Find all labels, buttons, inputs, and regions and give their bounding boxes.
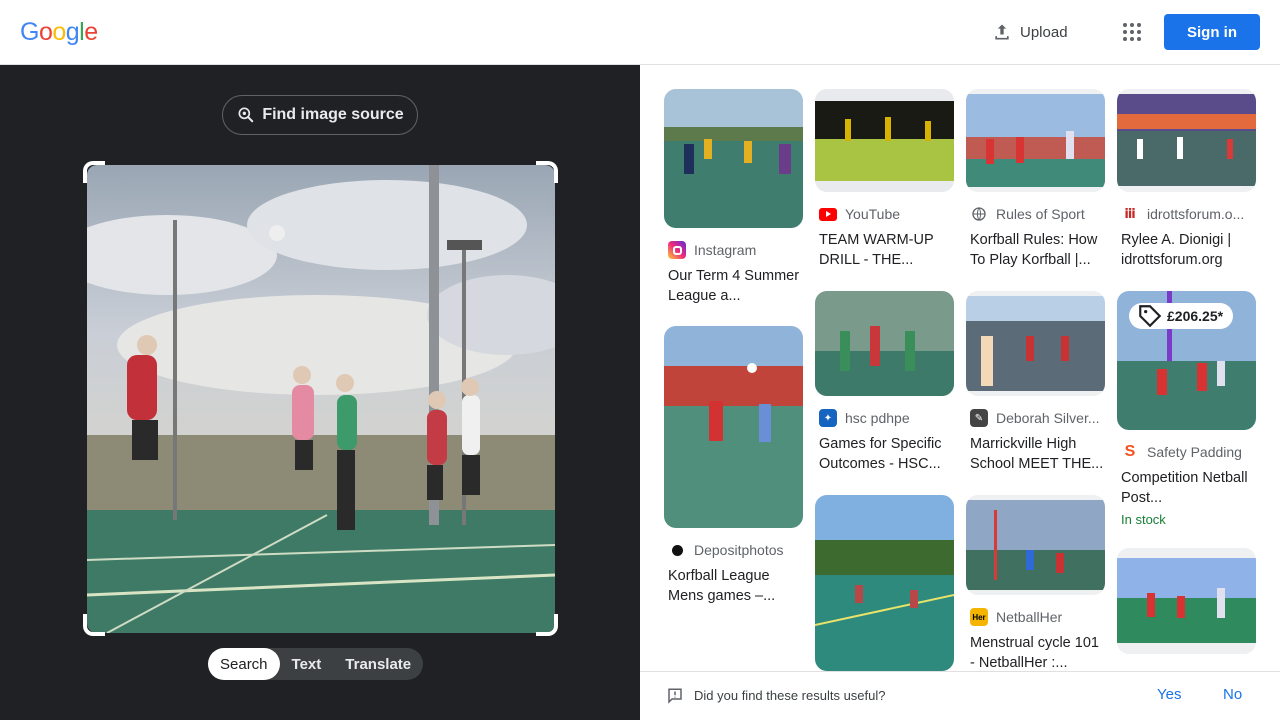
result-thumbnail[interactable]: [815, 291, 954, 396]
result-source: Rules of Sport: [966, 204, 1105, 224]
logo-letter: o: [52, 18, 66, 46]
query-image-panel: Find image source Search Text Translate: [0, 65, 640, 720]
sign-in-button[interactable]: Sign in: [1164, 14, 1260, 50]
result-source: ⅲ idrottsforum.o...: [1117, 204, 1256, 224]
crop-handle-bottom-left[interactable]: [83, 614, 105, 636]
depositphotos-icon: [668, 541, 686, 559]
result-card[interactable]: ⅲ idrottsforum.o... Rylee A. Dionigi | i…: [1117, 89, 1256, 270]
crop-handle-top-right[interactable]: [536, 161, 558, 183]
stock-status: In stock: [1121, 512, 1166, 527]
result-title[interactable]: Competition Netball Post...: [1117, 468, 1256, 508]
result-card[interactable]: Rules of Sport Korfball Rules: How To Pl…: [966, 89, 1105, 270]
price-badge: £206.25*: [1129, 303, 1234, 329]
query-image: [87, 165, 555, 633]
feedback-bar: Did you find these results useful? Yes N…: [640, 671, 1280, 720]
logo-letter: g: [65, 18, 80, 46]
upload-label: Upload: [1020, 23, 1068, 41]
result-title[interactable]: Korfball Rules: How To Play Korfball |..…: [966, 230, 1105, 270]
result-thumbnail[interactable]: [815, 495, 954, 671]
result-source-label: Instagram: [694, 242, 757, 258]
result-source: Depositphotos: [664, 540, 803, 560]
tab-text[interactable]: Text: [280, 648, 334, 680]
result-card[interactable]: Depositphotos Korfball League Mens games…: [664, 326, 803, 606]
result-title[interactable]: Marrickville High School MEET THE...: [966, 434, 1105, 474]
result-source-label: Rules of Sport: [996, 206, 1085, 222]
result-source-label: NetballHer: [996, 609, 1063, 625]
result-card[interactable]: YouTube TEAM WARM-UP DRILL - THE...: [815, 89, 954, 270]
result-card[interactable]: £206.25* S Safety Padding Competition Ne…: [1117, 291, 1256, 527]
result-thumbnail[interactable]: [1117, 548, 1256, 654]
price-label: £206.25*: [1167, 308, 1224, 324]
result-source-label: Depositphotos: [694, 542, 784, 558]
feedback-question: Did you find these results useful?: [694, 688, 886, 703]
results-panel: Instagram Our Term 4 Summer League a... …: [640, 65, 1280, 720]
result-card[interactable]: ✎ Deborah Silver... Marrickville High Sc…: [966, 291, 1105, 474]
tab-search[interactable]: Search: [208, 648, 280, 680]
feedback-no-button[interactable]: No: [1223, 686, 1242, 703]
hsc-icon: ✦: [819, 409, 837, 427]
result-source: Her NetballHer: [966, 607, 1105, 627]
instagram-icon: [668, 241, 686, 259]
safety-padding-icon: S: [1124, 443, 1136, 460]
netballher-icon: Her: [970, 608, 988, 626]
result-source-label: hsc pdhpe: [845, 410, 910, 426]
result-thumbnail[interactable]: [966, 495, 1105, 595]
logo-letter: o: [38, 18, 53, 46]
upload-button[interactable]: Upload: [992, 20, 1068, 44]
result-source-label: Deborah Silver...: [996, 410, 1100, 426]
result-source: ✎ Deborah Silver...: [966, 408, 1105, 428]
result-thumbnail[interactable]: £206.25*: [1117, 291, 1256, 430]
deborah-icon: ✎: [970, 409, 988, 427]
result-source-label: idrottsforum.o...: [1147, 206, 1245, 222]
result-thumbnail[interactable]: [664, 89, 803, 228]
result-source-label: Safety Padding: [1147, 444, 1242, 460]
result-card[interactable]: ✦ hsc pdhpe Games for Specific Outcomes …: [815, 291, 954, 474]
result-title[interactable]: TEAM WARM-UP DRILL - THE...: [815, 230, 954, 270]
result-source: YouTube: [815, 204, 954, 224]
globe-icon: [970, 205, 988, 223]
tag-icon: [1139, 305, 1162, 328]
result-source: S Safety Padding: [1117, 442, 1256, 462]
result-thumbnail[interactable]: [815, 89, 954, 192]
result-title[interactable]: Korfball League Mens games –...: [664, 566, 803, 606]
result-card[interactable]: [1117, 548, 1256, 654]
result-card[interactable]: Her NetballHer Menstrual cycle 101 - Net…: [966, 495, 1105, 673]
logo-letter: e: [84, 18, 98, 46]
feedback-yes-button[interactable]: Yes: [1157, 686, 1181, 703]
apps-grid-icon[interactable]: [1120, 20, 1144, 44]
idrottsforum-icon: ⅲ: [1124, 206, 1136, 221]
feedback-icon: [668, 688, 682, 704]
result-thumbnail[interactable]: [664, 326, 803, 528]
result-thumbnail[interactable]: [966, 89, 1105, 192]
result-thumbnail[interactable]: [1117, 89, 1256, 192]
result-source-label: YouTube: [845, 206, 901, 222]
result-title[interactable]: Our Term 4 Summer League a...: [664, 266, 803, 306]
find-image-source-button[interactable]: Find image source: [222, 95, 418, 135]
result-title[interactable]: Games for Specific Outcomes - HSC...: [815, 434, 954, 474]
crop-handle-bottom-right[interactable]: [536, 614, 558, 636]
mode-tabs: Search Text Translate: [208, 648, 424, 680]
upload-icon: [995, 24, 1009, 40]
result-source: ✦ hsc pdhpe: [815, 408, 954, 428]
result-card[interactable]: Instagram Our Term 4 Summer League a...: [664, 89, 803, 306]
google-logo[interactable]: Google: [20, 18, 98, 47]
lens-search-icon: [238, 107, 254, 123]
result-title[interactable]: Rylee A. Dionigi | idrottsforum.org: [1117, 230, 1256, 270]
tab-translate[interactable]: Translate: [333, 648, 423, 680]
crop-handle-top-left[interactable]: [83, 161, 105, 183]
result-thumbnail[interactable]: [966, 291, 1105, 396]
result-source: Instagram: [664, 240, 803, 260]
header: Google Upload Sign in: [0, 0, 1280, 65]
logo-letter: G: [20, 18, 39, 46]
result-title[interactable]: Menstrual cycle 101 - NetballHer :...: [966, 633, 1105, 673]
youtube-icon: [819, 207, 837, 221]
find-image-source-label: Find image source: [262, 106, 404, 123]
result-card[interactable]: [815, 495, 954, 671]
